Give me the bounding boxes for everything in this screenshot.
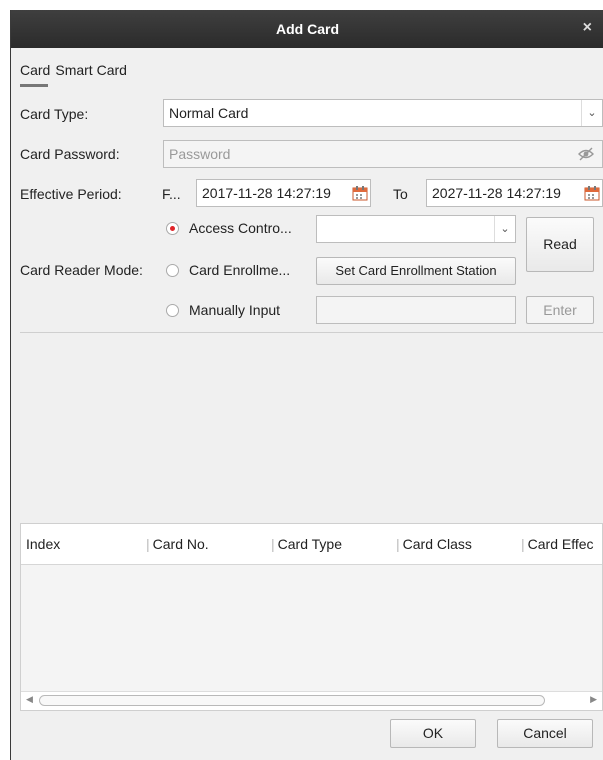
column-header-card-class[interactable]: | Card Class bbox=[396, 536, 472, 552]
column-header-card-effective[interactable]: | Card Effec bbox=[521, 536, 594, 552]
access-control-select[interactable]: ⌄ bbox=[316, 215, 516, 243]
access-control-label[interactable]: Access Contro... bbox=[189, 220, 292, 236]
from-date-value: 2017-11-28 14:27:19 bbox=[202, 185, 331, 201]
active-tab-indicator bbox=[20, 84, 48, 87]
enter-button[interactable]: Enter bbox=[526, 296, 594, 324]
set-enrollment-station-button[interactable]: Set Card Enrollment Station bbox=[316, 257, 516, 285]
card-password-label: Card Password: bbox=[20, 146, 120, 162]
password-placeholder: Password bbox=[169, 146, 231, 162]
column-header-index[interactable]: Index bbox=[26, 536, 60, 552]
read-button[interactable]: Read bbox=[526, 217, 594, 272]
close-icon[interactable]: × bbox=[583, 19, 592, 37]
card-enrollment-label[interactable]: Card Enrollme... bbox=[189, 262, 290, 278]
horizontal-scrollbar[interactable]: ◀ ▶ bbox=[21, 691, 602, 710]
calendar-icon[interactable] bbox=[352, 185, 368, 201]
ok-button[interactable]: OK bbox=[390, 719, 476, 748]
scrollbar-thumb[interactable] bbox=[39, 695, 545, 706]
card-reader-mode-label: Card Reader Mode: bbox=[20, 262, 143, 278]
tab-card[interactable]: Card bbox=[20, 62, 50, 78]
card-type-select[interactable]: Normal Card ⌄ bbox=[163, 99, 603, 127]
from-label: F... bbox=[162, 186, 181, 202]
radio-card-enrollment[interactable] bbox=[166, 264, 179, 277]
radio-manual-input[interactable] bbox=[166, 304, 179, 317]
manual-input-field[interactable] bbox=[316, 296, 516, 324]
column-header-card-type[interactable]: | Card Type bbox=[271, 536, 342, 552]
from-date-field[interactable]: 2017-11-28 14:27:19 bbox=[196, 179, 371, 207]
eye-hidden-icon[interactable] bbox=[578, 147, 594, 161]
card-type-label: Card Type: bbox=[20, 106, 89, 122]
title-bar: Add Card × bbox=[11, 10, 603, 48]
calendar-icon[interactable] bbox=[584, 185, 600, 201]
card-type-value: Normal Card bbox=[169, 105, 249, 121]
to-date-field[interactable]: 2027-11-28 14:27:19 bbox=[426, 179, 603, 207]
column-header-card-no[interactable]: | Card No. bbox=[146, 536, 209, 552]
manual-input-label[interactable]: Manually Input bbox=[189, 302, 280, 318]
card-password-field[interactable]: Password bbox=[163, 140, 603, 168]
scroll-right-icon[interactable]: ▶ bbox=[590, 694, 597, 705]
tab-smart-card[interactable]: Smart Card bbox=[55, 62, 127, 78]
table-header: Index | Card No. | Card Type | Card Class |… bbox=[21, 524, 602, 565]
scroll-left-icon[interactable]: ◀ bbox=[26, 694, 33, 705]
tab-bar: Card Smart Card bbox=[20, 62, 132, 87]
effective-period-label: Effective Period: bbox=[20, 186, 122, 202]
to-label: To bbox=[393, 186, 408, 202]
add-card-dialog: Add Card × Card Smart Card Card Type: Nor… bbox=[10, 10, 603, 760]
cancel-button[interactable]: Cancel bbox=[497, 719, 593, 748]
section-divider bbox=[20, 332, 603, 333]
chevron-down-icon[interactable]: ⌄ bbox=[494, 216, 515, 242]
card-table[interactable]: Index | Card No. | Card Type | Card Class |… bbox=[20, 523, 603, 711]
radio-access-control[interactable] bbox=[166, 222, 179, 235]
chevron-down-icon[interactable]: ⌄ bbox=[581, 100, 602, 126]
dialog-title: Add Card bbox=[276, 21, 339, 37]
to-date-value: 2027-11-28 14:27:19 bbox=[432, 185, 561, 201]
